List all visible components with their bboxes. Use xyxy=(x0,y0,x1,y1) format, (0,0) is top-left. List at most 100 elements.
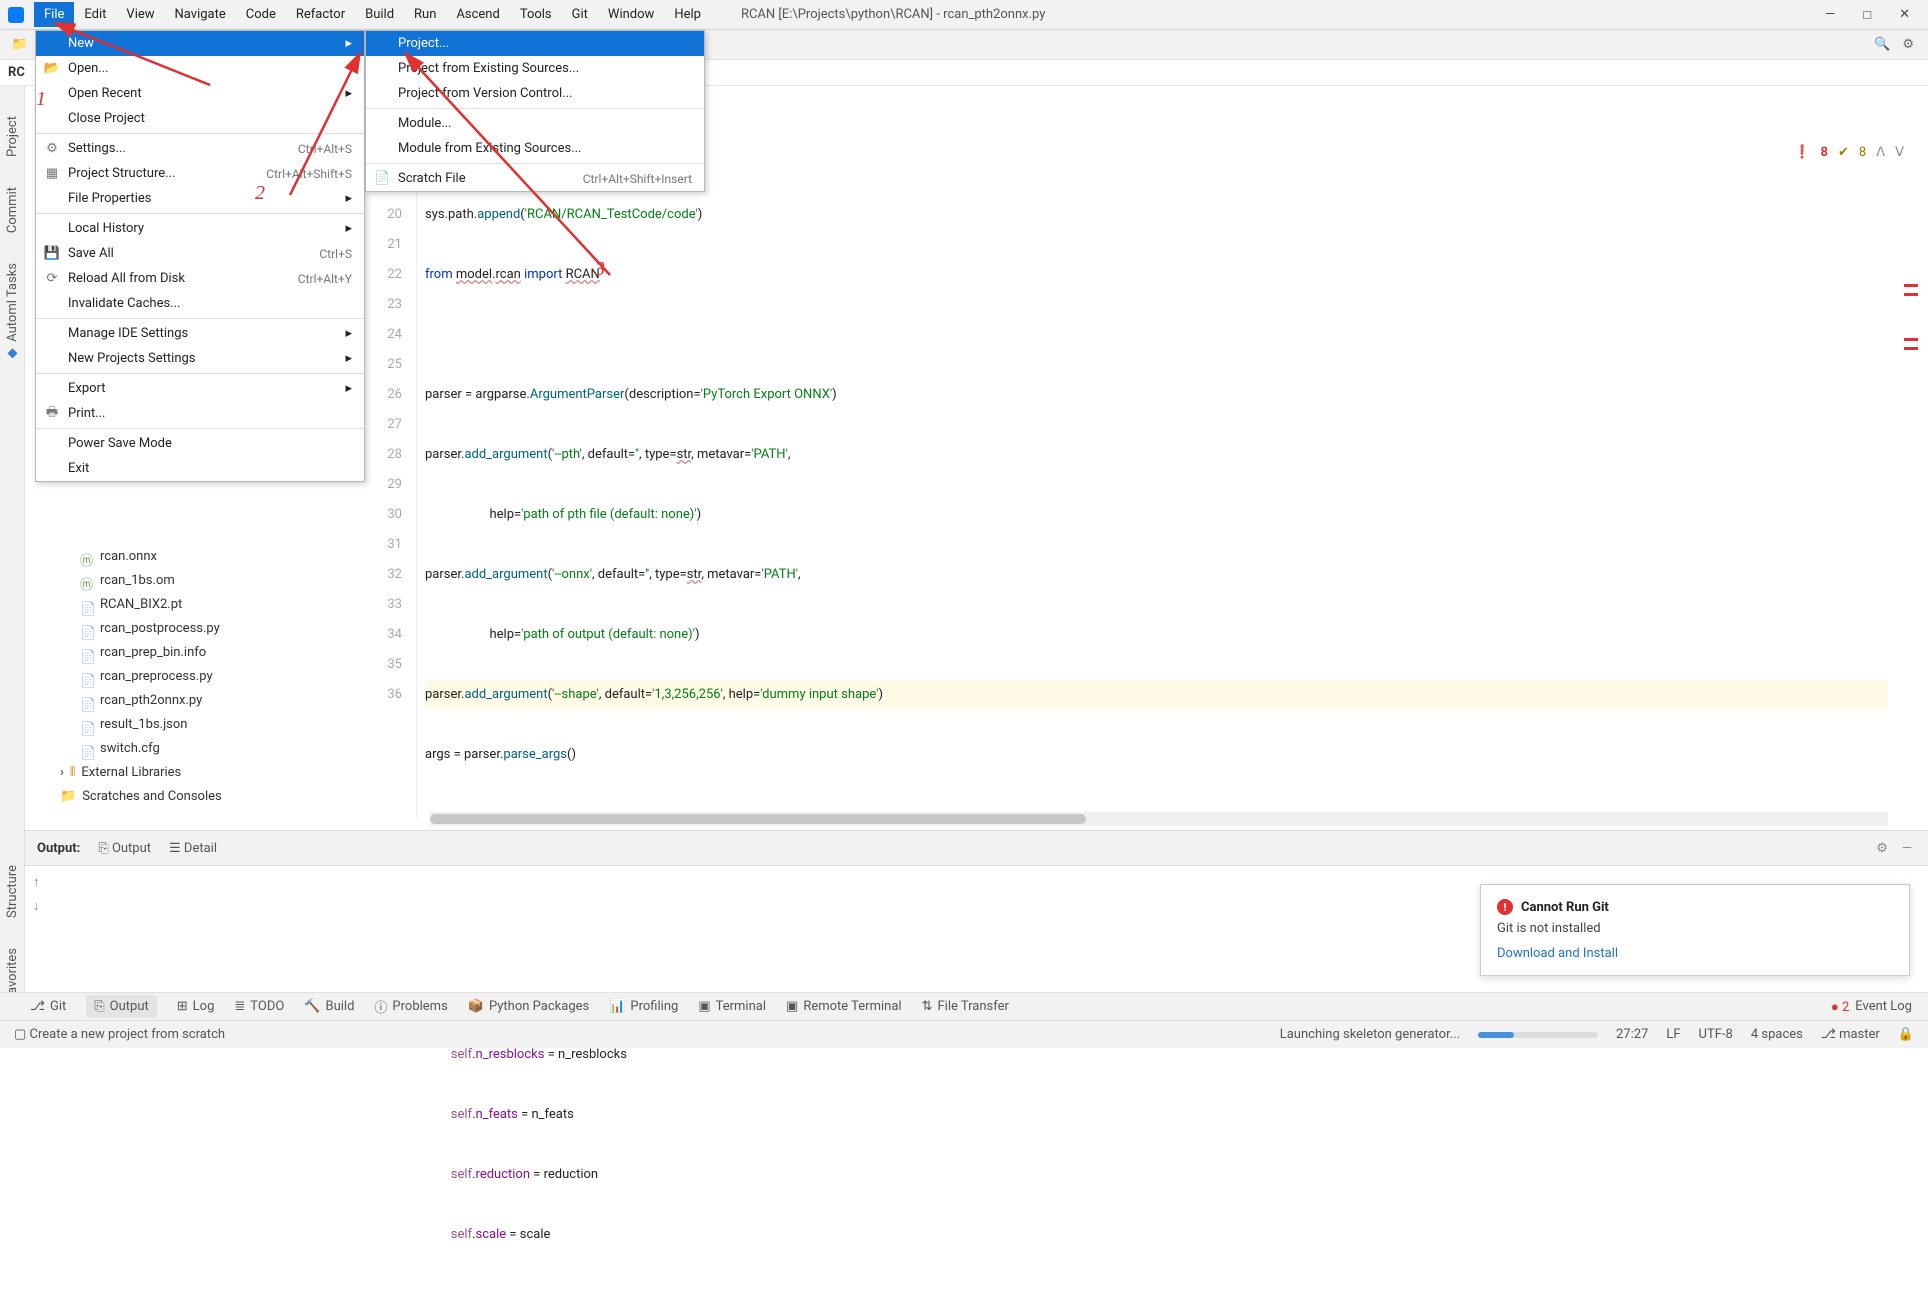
prev-highlight[interactable]: ᐱ xyxy=(1876,145,1885,160)
event-log-badge[interactable]: ● 2 xyxy=(1831,999,1849,1015)
file-print[interactable]: 🖶Print... xyxy=(36,401,364,426)
bt-profiling[interactable]: 📊 Profiling xyxy=(609,999,678,1014)
tree-item[interactable]: 📄rcan_prep_bin.info xyxy=(50,641,330,665)
encoding[interactable]: UTF-8 xyxy=(1699,1027,1733,1042)
settings-gear-icon[interactable]: ⚙ xyxy=(1902,37,1914,52)
new-from-vcs[interactable]: Project from Version Control... xyxy=(366,81,704,106)
output-up-icon[interactable]: ↑ xyxy=(33,874,40,890)
notification-link[interactable]: Download and Install xyxy=(1497,946,1893,961)
file-new[interactable]: New▸ xyxy=(36,31,364,56)
editor[interactable]: 192021 222324 252627 282930 313233 34353… xyxy=(365,170,1888,818)
bt-build[interactable]: 🔨 Build xyxy=(304,999,354,1014)
file-open[interactable]: 📂Open... xyxy=(36,56,364,81)
tree-scratches[interactable]: 📁 Scratches and Consoles xyxy=(50,785,330,809)
tree-item[interactable]: 📄switch.cfg xyxy=(50,737,330,761)
search-icon[interactable]: 🔍 xyxy=(1874,37,1890,52)
tree-item[interactable]: 📄rcan_preprocess.py xyxy=(50,665,330,689)
tree-item[interactable]: ⓜrcan_1bs.om xyxy=(50,569,330,593)
menu-navigate[interactable]: Navigate xyxy=(165,2,236,27)
error-icon: ! xyxy=(1497,899,1513,915)
tree-external-libs[interactable]: › ⫴ External Libraries xyxy=(50,761,330,785)
status-task[interactable]: Launching skeleton generator... xyxy=(1280,1027,1460,1042)
file-open-recent[interactable]: Open Recent▸ xyxy=(36,81,364,106)
menu-git[interactable]: Git xyxy=(562,2,598,27)
menu-file[interactable]: File xyxy=(34,2,74,27)
new-project[interactable]: Project... xyxy=(366,31,704,56)
bt-terminal[interactable]: ▣ Terminal xyxy=(698,999,766,1014)
file-local-history[interactable]: Local History▸ xyxy=(36,216,364,241)
output-down-icon[interactable]: ↓ xyxy=(33,898,40,914)
tree-item[interactable]: 📄result_1bs.json xyxy=(50,713,330,737)
tree-item[interactable]: 📄rcan_postprocess.py xyxy=(50,617,330,641)
file-reload[interactable]: ⟳Reload All from DiskCtrl+Alt+Y xyxy=(36,266,364,291)
reload-icon: ⟳ xyxy=(44,271,60,287)
warning-count-icon[interactable]: ✔ xyxy=(1838,145,1849,160)
menu-ascend[interactable]: Ascend xyxy=(446,2,509,27)
file-save-all[interactable]: 💾Save AllCtrl+S xyxy=(36,241,364,266)
lock-icon[interactable]: 🔒 xyxy=(1898,1027,1914,1042)
menu-edit[interactable]: Edit xyxy=(74,2,116,27)
bt-problems[interactable]: ⓘ Problems xyxy=(374,997,447,1016)
menu-view[interactable]: View xyxy=(116,2,164,27)
next-highlight[interactable]: ᐯ xyxy=(1895,145,1904,160)
tree-item[interactable]: ⓜrcan.onnx xyxy=(50,545,330,569)
bt-git[interactable]: ⎇ Git xyxy=(30,999,66,1014)
new-from-existing[interactable]: Project from Existing Sources... xyxy=(366,56,704,81)
file-project-structure[interactable]: ▦Project Structure...Ctrl+Alt+Shift+S xyxy=(36,161,364,186)
line-separator[interactable]: LF xyxy=(1666,1027,1680,1042)
open-icon[interactable]: 📁 xyxy=(10,35,30,55)
editor-hscroll[interactable] xyxy=(430,812,1888,826)
new-module[interactable]: Module... xyxy=(366,111,704,136)
menu-tools[interactable]: Tools xyxy=(510,2,562,27)
breadcrumb-root[interactable]: RC xyxy=(8,65,25,80)
code-lines[interactable]: sys.path.append('RCAN/RCAN_TestCode/code… xyxy=(425,170,1888,818)
close-button[interactable]: ✕ xyxy=(1899,7,1910,23)
bt-file-transfer[interactable]: ⇅ File Transfer xyxy=(922,999,1009,1014)
maximize-button[interactable]: □ xyxy=(1863,7,1871,23)
new-scratch[interactable]: 📄Scratch FileCtrl+Alt+Shift+Insert xyxy=(366,166,704,191)
file-new-projects-settings[interactable]: New Projects Settings▸ xyxy=(36,346,364,371)
menu-code[interactable]: Code xyxy=(236,2,286,27)
new-module-existing[interactable]: Module from Existing Sources... xyxy=(366,136,704,161)
progress-bar xyxy=(1478,1032,1598,1038)
file-export[interactable]: Export▸ xyxy=(36,376,364,401)
output-gear-icon[interactable]: ⚙ xyxy=(1876,841,1888,856)
bt-remote-terminal[interactable]: ▣ Remote Terminal xyxy=(786,999,902,1014)
file-close-project[interactable]: Close Project xyxy=(36,106,364,131)
output-label: Output: xyxy=(37,841,80,856)
bt-log[interactable]: ⊞ Log xyxy=(177,999,215,1014)
minimize-button[interactable]: — xyxy=(1825,7,1835,23)
menu-refactor[interactable]: Refactor xyxy=(286,2,355,27)
output-tab[interactable]: ⎘ Output xyxy=(98,841,151,856)
detail-tab[interactable]: ☰ Detail xyxy=(169,841,217,856)
rail-commit[interactable]: Commit xyxy=(5,187,20,233)
bt-event-log[interactable]: Event Log xyxy=(1855,999,1912,1014)
gear-icon: ⚙ xyxy=(44,141,60,157)
file-power-save[interactable]: Power Save Mode xyxy=(36,431,364,456)
annotation-3: 3 xyxy=(595,258,605,281)
file-exit[interactable]: Exit xyxy=(36,456,364,481)
right-gutter-markers xyxy=(1904,188,1918,350)
bt-todo[interactable]: ≣ TODO xyxy=(234,999,284,1014)
menu-help[interactable]: Help xyxy=(664,2,711,27)
error-count-icon[interactable]: ❗ xyxy=(1794,145,1810,160)
file-manage-ide[interactable]: Manage IDE Settings▸ xyxy=(36,321,364,346)
menu-run[interactable]: Run xyxy=(404,2,446,27)
rail-structure[interactable]: Structure xyxy=(5,865,20,918)
file-settings[interactable]: ⚙Settings...Ctrl+Alt+S xyxy=(36,136,364,161)
file-properties[interactable]: File Properties▸ xyxy=(36,186,364,211)
rail-project[interactable]: Project xyxy=(5,116,20,157)
bt-output[interactable]: ⎘ Output xyxy=(86,995,157,1018)
tree-item[interactable]: 📄RCAN_BIX2.pt xyxy=(50,593,330,617)
rail-automl[interactable]: ◆Automl Tasks xyxy=(5,263,20,361)
output-hide-icon[interactable]: — xyxy=(1902,841,1912,856)
file-invalidate[interactable]: Invalidate Caches... xyxy=(36,291,364,316)
tree-item[interactable]: 📄rcan_pth2onnx.py xyxy=(50,689,330,713)
caret-position[interactable]: 27:27 xyxy=(1616,1027,1648,1042)
menu-window[interactable]: Window xyxy=(598,2,664,27)
file-menu-dropdown: New▸ 📂Open... Open Recent▸ Close Project… xyxy=(35,30,365,482)
git-branch[interactable]: ⎇ master xyxy=(1821,1027,1880,1042)
indent[interactable]: 4 spaces xyxy=(1751,1027,1803,1042)
menu-build[interactable]: Build xyxy=(355,2,404,27)
bt-python-packages[interactable]: 📦 Python Packages xyxy=(468,999,589,1014)
